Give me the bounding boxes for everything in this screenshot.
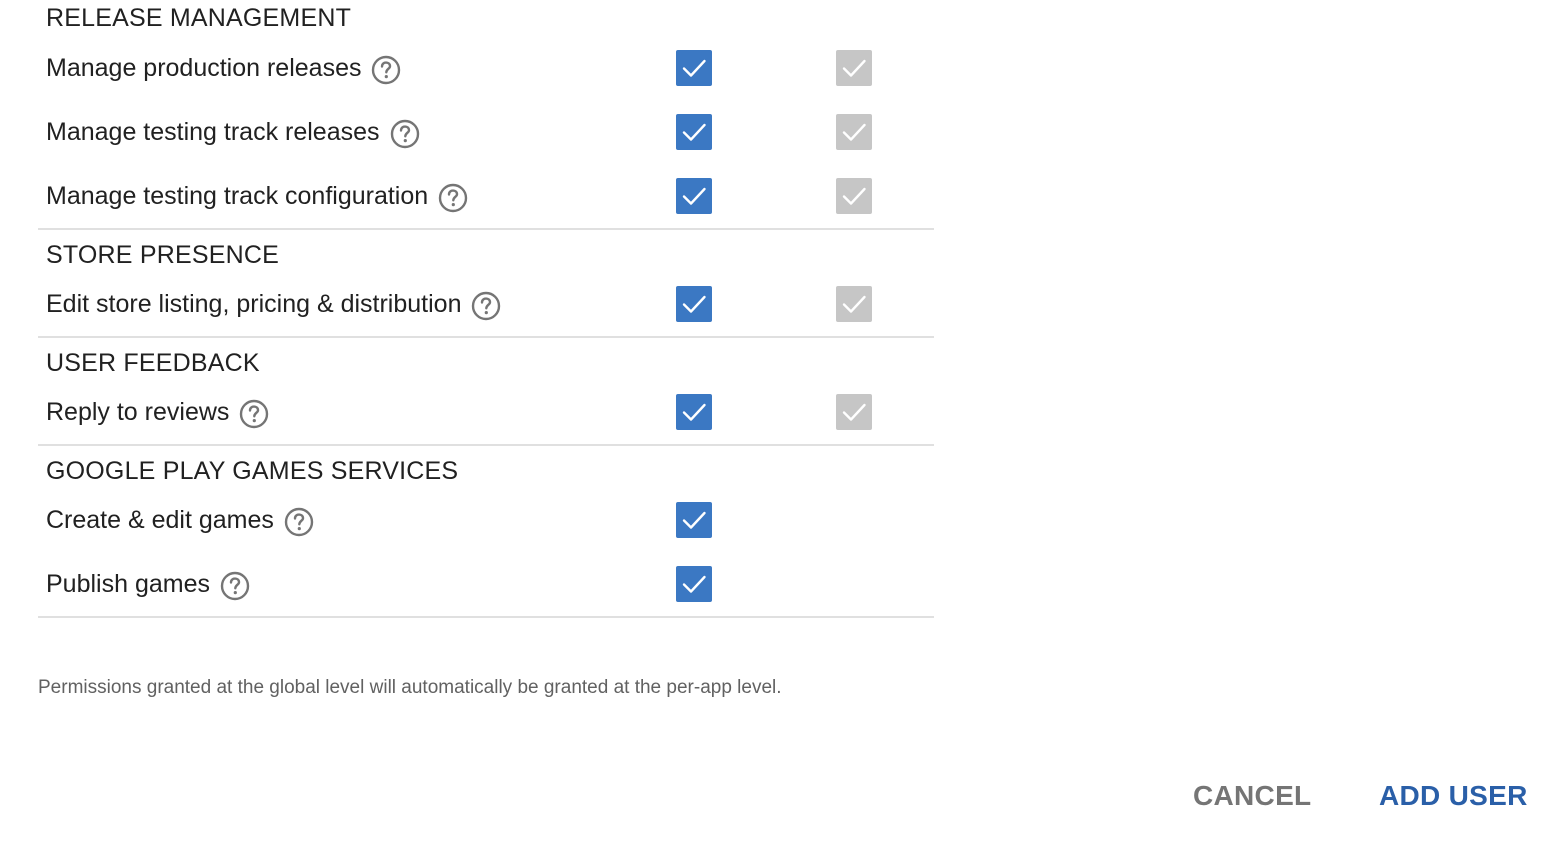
per-app-permission-checkbox: [836, 50, 872, 86]
permission-label: Manage production releases: [46, 53, 362, 82]
permission-label: Publish games: [46, 569, 210, 598]
permission-row: Create & edit games: [38, 488, 934, 552]
global-permission-checkbox[interactable]: [676, 286, 712, 322]
permission-label: Manage testing track configuration: [46, 181, 429, 210]
check-icon: [842, 123, 866, 141]
per-app-permission-checkbox: [836, 114, 872, 150]
global-permission-checkbox[interactable]: [676, 50, 712, 86]
section-store-presence: STORE PRESENCE Edit store listing, prici…: [38, 230, 934, 338]
footnote-text: Permissions granted at the global level …: [38, 677, 782, 698]
check-icon: [682, 187, 706, 205]
check-icon: [682, 403, 706, 421]
global-permission-checkbox[interactable]: [676, 502, 712, 538]
global-permission-checkbox[interactable]: [676, 178, 712, 214]
per-app-permission-checkbox: [836, 178, 872, 214]
section-title: GOOGLE PLAY GAMES SERVICES: [46, 457, 459, 485]
check-icon: [682, 59, 706, 77]
section-title: USER FEEDBACK: [46, 349, 260, 377]
check-icon: [842, 403, 866, 421]
per-app-permission-checkbox: [836, 394, 872, 430]
global-permission-checkbox[interactable]: [676, 114, 712, 150]
section-release-management: RELEASE MANAGEMENT Manage production rel…: [38, 0, 934, 230]
cancel-button[interactable]: CANCEL: [1193, 780, 1311, 812]
permission-row: Reply to reviews: [38, 380, 934, 444]
section-title: STORE PRESENCE: [46, 241, 279, 269]
section-user-feedback: USER FEEDBACK Reply to reviews: [38, 338, 934, 446]
permission-row: Publish games: [38, 552, 934, 616]
check-icon: [842, 295, 866, 313]
permission-label: Edit store listing, pricing & distributi…: [46, 289, 462, 318]
check-icon: [842, 59, 866, 77]
check-icon: [682, 123, 706, 141]
permissions-panel: RELEASE MANAGEMENT Manage production rel…: [38, 0, 934, 618]
help-icon[interactable]: [390, 119, 420, 149]
help-icon[interactable]: [438, 183, 468, 213]
help-icon[interactable]: [371, 55, 401, 85]
section-google-play-games-services: GOOGLE PLAY GAMES SERVICES Create & edit…: [38, 446, 934, 618]
permission-label: Manage testing track releases: [46, 117, 380, 146]
global-permission-checkbox[interactable]: [676, 566, 712, 602]
permission-label: Create & edit games: [46, 505, 274, 534]
permission-row: Manage testing track configuration: [38, 164, 934, 228]
check-icon: [682, 575, 706, 593]
per-app-permission-checkbox: [836, 286, 872, 322]
permission-row: Manage testing track releases: [38, 100, 934, 164]
global-permission-checkbox[interactable]: [676, 394, 712, 430]
check-icon: [682, 295, 706, 313]
check-icon: [682, 511, 706, 529]
section-title: RELEASE MANAGEMENT: [46, 4, 352, 32]
permission-row: Edit store listing, pricing & distributi…: [38, 272, 934, 336]
help-icon[interactable]: [239, 399, 269, 429]
help-icon[interactable]: [220, 571, 250, 601]
permission-label: Reply to reviews: [46, 397, 230, 426]
help-icon[interactable]: [284, 507, 314, 537]
permission-row: Manage production releases: [38, 36, 934, 100]
help-icon[interactable]: [471, 291, 501, 321]
permissions-dialog: RELEASE MANAGEMENT Manage production rel…: [0, 0, 1562, 846]
check-icon: [842, 187, 866, 205]
add-user-button[interactable]: ADD USER: [1379, 780, 1528, 812]
